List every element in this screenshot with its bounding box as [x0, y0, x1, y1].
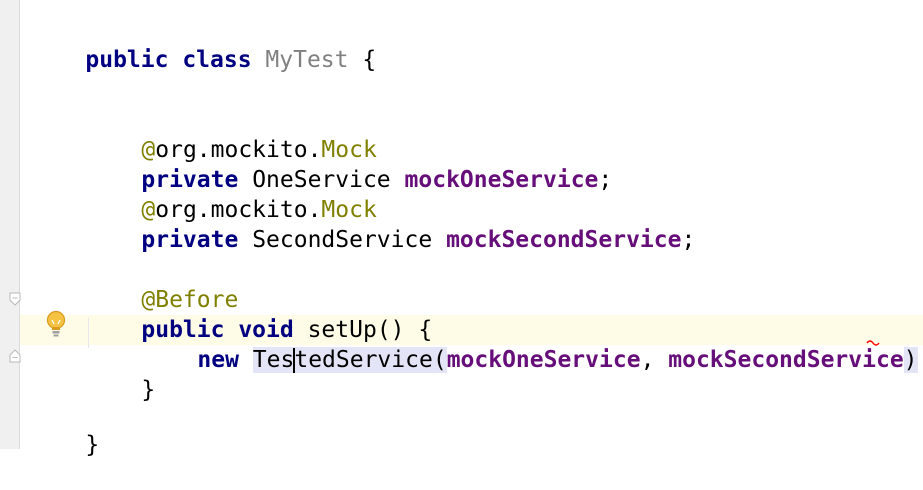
comma: ,	[640, 347, 669, 373]
code-line-class-declaration[interactable]: public class MyTest {	[30, 15, 376, 73]
semicolon: ;	[681, 227, 696, 253]
code-line-annotation-mock[interactable]: @org.mockito.Mock	[86, 165, 376, 223]
code-line-field-second-service[interactable]: private SecondService mockSecondService;	[86, 195, 695, 253]
highlighted-identifier: TestedService	[252, 347, 433, 373]
code-line-method-setup[interactable]: public void setUp() {	[86, 285, 432, 343]
code-line-annotation-before[interactable]: @Before	[86, 255, 238, 313]
code-line-constructor-call[interactable]: new TestedService(mockOneService, mockSe…	[142, 315, 918, 373]
keyword: private	[141, 227, 239, 253]
argument-field: mockOneService	[446, 347, 641, 373]
argument-field: mockSecondService	[668, 347, 904, 373]
code-line-field-one-service[interactable]: private OneService mockOneService;	[86, 135, 612, 193]
fold-start-icon[interactable]	[9, 292, 21, 306]
editor-gutter[interactable]	[0, 0, 20, 449]
field-name: mockSecondService	[446, 227, 682, 253]
gutter-divider	[19, 0, 20, 449]
error-squiggle-icon	[866, 340, 880, 346]
class-name: MyTest	[265, 47, 349, 73]
close-paren: )	[903, 347, 918, 373]
identifier-part: Tes	[252, 347, 295, 373]
keyword: new	[197, 347, 239, 373]
code-line-annotation-mock[interactable]: @org.mockito.Mock	[86, 105, 376, 163]
code-editor[interactable]: public class MyTest { @org.mockito.Mock …	[0, 0, 923, 458]
keyword: public class	[85, 47, 252, 73]
code-line-class-close[interactable]: }	[30, 400, 99, 458]
code-line-method-close[interactable]: }	[86, 345, 155, 403]
fold-end-icon[interactable]	[9, 349, 21, 363]
semicolon: ;	[598, 167, 613, 193]
close-brace: }	[85, 432, 100, 458]
open-paren: (	[432, 347, 447, 373]
identifier-part: tedService	[294, 347, 433, 373]
type-name: SecondService	[252, 227, 433, 253]
close-brace: }	[141, 377, 156, 403]
open-brace: {	[362, 47, 377, 73]
lightbulb-icon[interactable]	[44, 309, 68, 339]
field-name: mockOneService	[404, 167, 599, 193]
